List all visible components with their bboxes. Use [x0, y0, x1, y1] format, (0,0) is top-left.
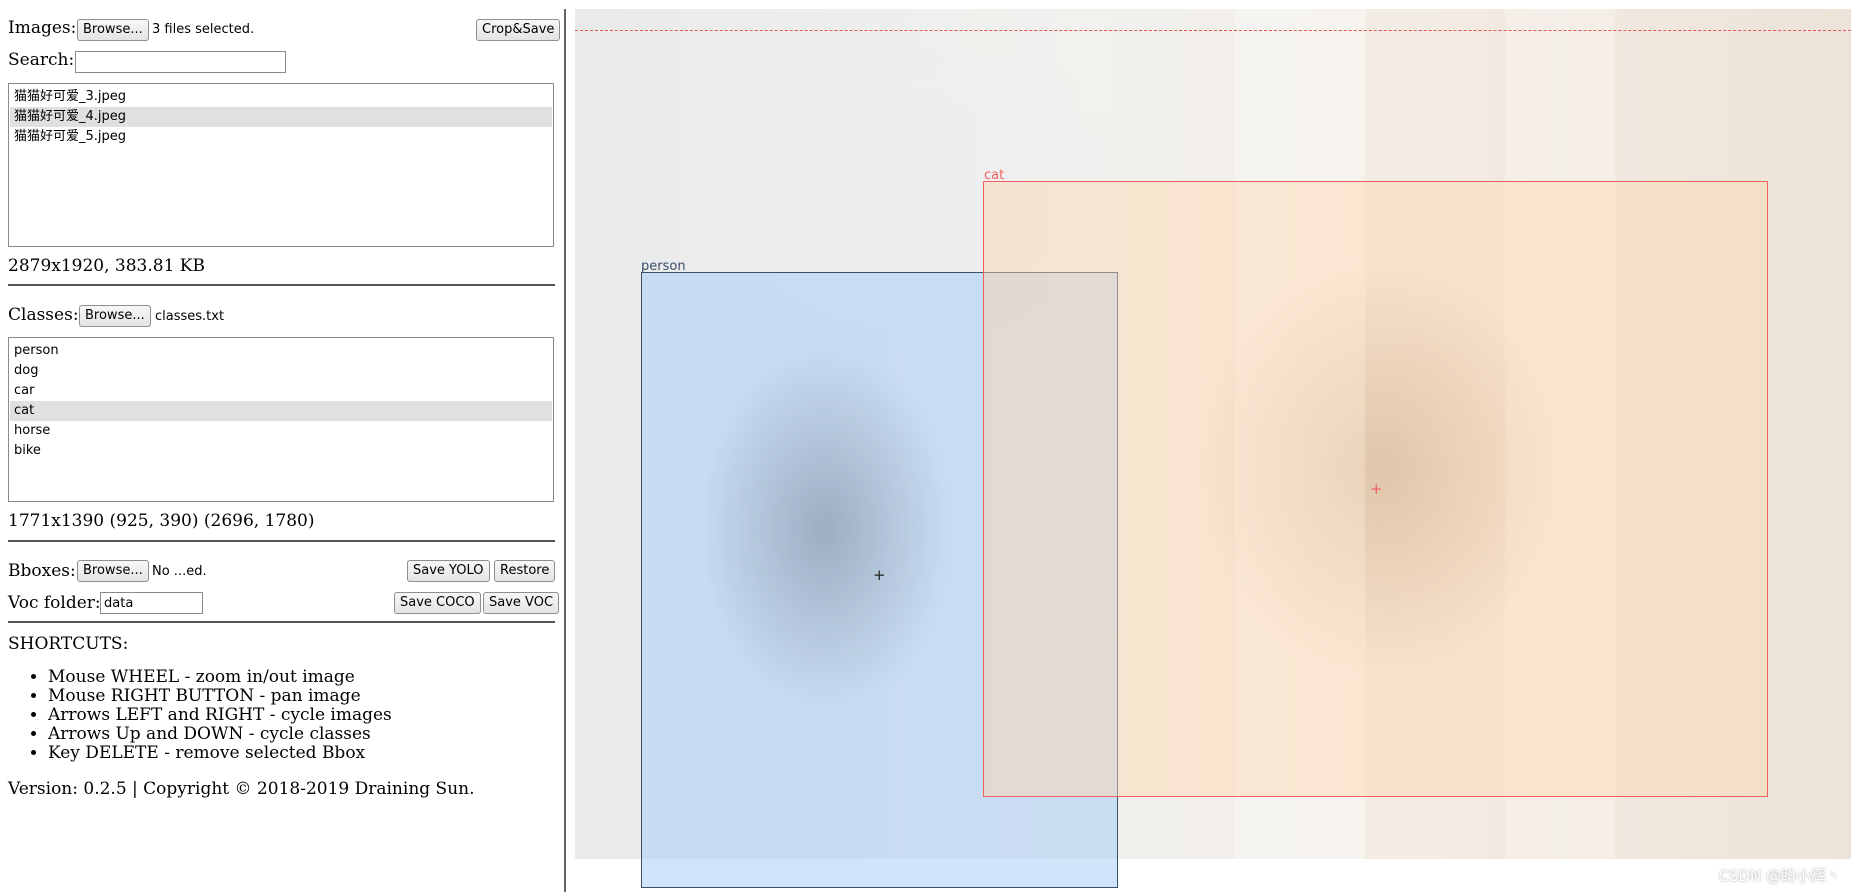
file-list-item-selected[interactable]: 猫猫好可爱_4.jpeg — [10, 107, 552, 127]
shortcuts-list: Mouse WHEEL - zoom in/out image Mouse RI… — [22, 668, 392, 763]
divider — [8, 540, 555, 542]
images-label: Images: — [8, 18, 77, 38]
search-input[interactable] — [75, 51, 286, 73]
bbox-info: 1771x1390 (925, 390) (2696, 1780) — [8, 511, 315, 531]
restore-button[interactable]: Restore — [494, 560, 556, 582]
search-label: Search: — [8, 50, 75, 70]
classes-browse-button[interactable]: Browse... — [79, 305, 151, 327]
divider — [8, 284, 555, 286]
class-item-bike[interactable]: bike — [10, 441, 552, 461]
images-status: 3 files selected. — [152, 22, 255, 37]
class-item-dog[interactable]: dog — [10, 361, 552, 381]
class-item-horse[interactable]: horse — [10, 421, 552, 441]
class-item-cat[interactable]: cat — [10, 401, 552, 421]
divider — [8, 621, 555, 623]
classes-label: Classes: — [8, 305, 79, 325]
crop-save-button[interactable]: Crop&Save — [476, 19, 561, 41]
classes-file-name: classes.txt — [155, 309, 225, 324]
class-list[interactable]: person dog car cat horse bike — [8, 337, 554, 502]
class-item-car[interactable]: car — [10, 381, 552, 401]
shortcut-item: Arrows Up and DOWN - cycle classes — [48, 725, 392, 744]
voc-folder-label: Voc folder: — [8, 593, 101, 613]
shortcuts-title: SHORTCUTS: — [8, 634, 129, 654]
images-browse-button[interactable]: Browse... — [77, 19, 149, 41]
bbox-center-crosshair: + — [873, 566, 886, 584]
bboxes-label: Bboxes: — [8, 561, 76, 581]
shortcut-item: Key DELETE - remove selected Bbox — [48, 744, 392, 763]
guide-line-horizontal — [575, 30, 1851, 31]
shortcut-item: Mouse WHEEL - zoom in/out image — [48, 668, 392, 687]
bboxes-browse-button[interactable]: Browse... — [77, 560, 149, 582]
class-item-person[interactable]: person — [10, 341, 552, 361]
version-text: Version: 0.2.5 | Copyright © 2018-2019 D… — [8, 779, 475, 799]
watermark: CSDN @盼小辉丶 — [1718, 867, 1841, 885]
file-list-item[interactable]: 猫猫好可爱_3.jpeg — [10, 87, 552, 107]
bbox-center-crosshair: + — [1370, 480, 1383, 498]
image-info: 2879x1920, 383.81 KB — [8, 256, 206, 276]
voc-folder-input[interactable] — [100, 592, 203, 614]
image-file-list[interactable]: 猫猫好可爱_3.jpeg 猫猫好可爱_4.jpeg 猫猫好可爱_5.jpeg — [8, 83, 554, 247]
save-voc-button[interactable]: Save VOC — [483, 592, 560, 614]
save-coco-button[interactable]: Save COCO — [394, 592, 481, 614]
shortcut-item: Mouse RIGHT BUTTON - pan image — [48, 687, 392, 706]
save-yolo-button[interactable]: Save YOLO — [407, 560, 490, 582]
panel-divider — [564, 9, 566, 892]
shortcut-item: Arrows LEFT and RIGHT - cycle images — [48, 706, 392, 725]
bboxes-status: No ...ed. — [152, 564, 207, 579]
file-list-item[interactable]: 猫猫好可爱_5.jpeg — [10, 127, 552, 147]
annotation-canvas[interactable]: person + cat + CSDN @盼小辉丶 — [575, 9, 1851, 892]
